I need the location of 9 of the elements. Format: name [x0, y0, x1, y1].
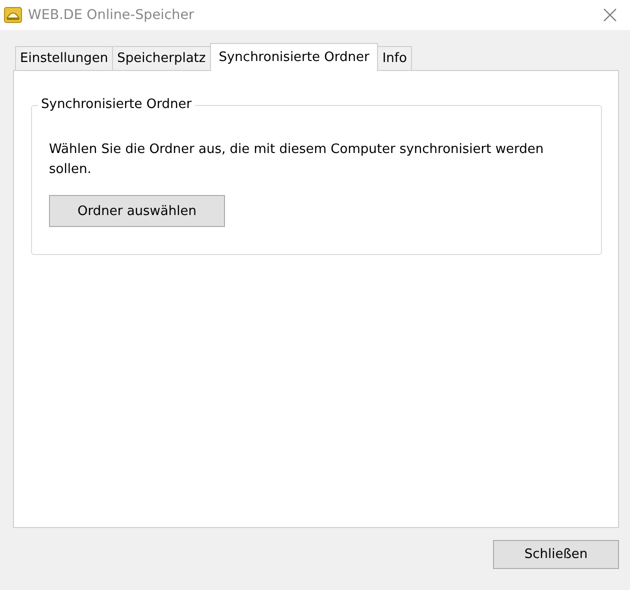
- tab[interactable]: Synchronisierte Ordner: [210, 43, 378, 71]
- close-button[interactable]: Schließen: [493, 540, 619, 569]
- app-icon: [4, 7, 22, 23]
- window-title: WEB.DE Online-Speicher: [28, 7, 196, 23]
- tab[interactable]: Info: [377, 46, 412, 70]
- description-text: Wählen Sie die Ordner aus, die mit diesem Computer synchronisiert werden sollen.: [49, 141, 545, 179]
- tab[interactable]: Einstellungen: [15, 46, 114, 70]
- select-folders-button[interactable]: Ordner auswählen: [49, 195, 225, 227]
- group-title: Synchronisierte Ordner: [38, 97, 195, 112]
